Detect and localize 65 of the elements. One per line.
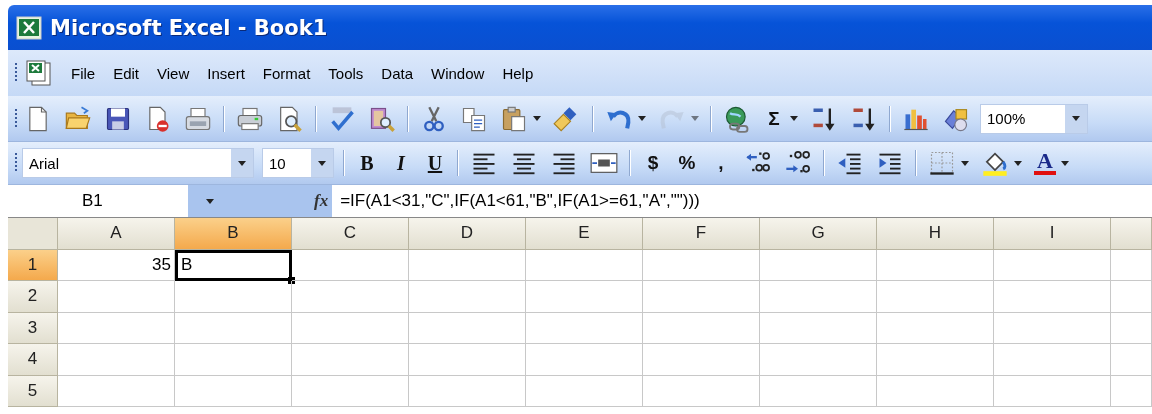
italic-button[interactable]: I [384, 146, 418, 180]
column-header[interactable]: D [409, 218, 526, 250]
caret-icon [238, 160, 246, 166]
menu-item[interactable]: File [62, 60, 105, 86]
borders-icon [928, 149, 956, 177]
caret-icon [691, 116, 699, 121]
font-field[interactable]: Arial [22, 148, 254, 178]
column-header[interactable]: A [58, 218, 175, 250]
column-header[interactable]: F [643, 218, 760, 250]
insert-function-button[interactable]: fx [312, 185, 333, 217]
table-cell [1111, 344, 1152, 376]
percent-button[interactable]: % [670, 146, 704, 180]
comma-button[interactable]: , [704, 146, 738, 180]
globe-link-icon [723, 104, 751, 133]
font-size-field[interactable]: 10 [262, 148, 334, 178]
table-cell [1111, 375, 1152, 407]
caret-icon [638, 116, 646, 121]
table-cell: 35 [58, 249, 175, 281]
font-color-button[interactable]: A [1028, 146, 1075, 180]
table-cell [1111, 249, 1152, 281]
column-header[interactable]: G [760, 218, 877, 250]
name-box[interactable]: B1 [8, 185, 188, 217]
window-title: Microsoft Excel - Book1 [50, 15, 328, 40]
autosum-button[interactable]: Σ [757, 101, 804, 136]
menu-item[interactable]: Tools [319, 60, 373, 86]
caret-icon [206, 198, 214, 204]
row-header[interactable]: 3 [8, 312, 58, 344]
caret-icon [1072, 116, 1080, 121]
caret-icon [533, 116, 541, 121]
row-header[interactable]: 5 [8, 375, 58, 407]
toolbar-grip-icon [14, 107, 18, 130]
menu-item[interactable]: View [148, 60, 199, 86]
column-header[interactable]: B [175, 218, 292, 250]
row-header[interactable]: 4 [8, 344, 58, 376]
toolbar-grip-icon [14, 152, 18, 174]
active-cell: B [175, 249, 292, 281]
zoom-field[interactable]: 100% [980, 103, 1088, 134]
menu-item[interactable]: Insert [198, 60, 254, 86]
spelling-icon [328, 104, 356, 133]
menu-item[interactable]: Window [422, 60, 494, 86]
caret-icon [790, 116, 798, 121]
menu-item[interactable]: Edit [104, 60, 149, 86]
app-icon [16, 15, 42, 40]
caret-icon [1061, 160, 1069, 166]
column-header[interactable]: E [526, 218, 643, 250]
column-header[interactable]: I [994, 218, 1111, 250]
toolbar-grip-icon [14, 62, 18, 84]
table-cell [1111, 312, 1152, 344]
formula-field[interactable]: =IF(A1<31,"C",IF(A1<61,"B",IF(A1>=61,"A",""))) [332, 185, 700, 217]
table-cell [1111, 281, 1152, 313]
row-header[interactable]: 1 [8, 249, 58, 281]
currency-button[interactable]: $ [636, 146, 670, 180]
workbook-icon[interactable] [24, 59, 54, 87]
caret-icon [318, 160, 326, 166]
menu-item[interactable]: Format [253, 60, 320, 86]
paste-icon [500, 104, 528, 133]
bold-button[interactable]: B [350, 146, 384, 180]
menu-item[interactable]: Help [493, 60, 543, 86]
menu-item[interactable]: Data [372, 60, 423, 86]
caret-icon [1014, 160, 1022, 166]
caret-icon [961, 160, 969, 166]
column-header[interactable]: C [292, 218, 409, 250]
column-header[interactable]: H [877, 218, 994, 250]
underline-button[interactable]: U [418, 146, 452, 180]
row-header[interactable]: 2 [8, 281, 58, 313]
